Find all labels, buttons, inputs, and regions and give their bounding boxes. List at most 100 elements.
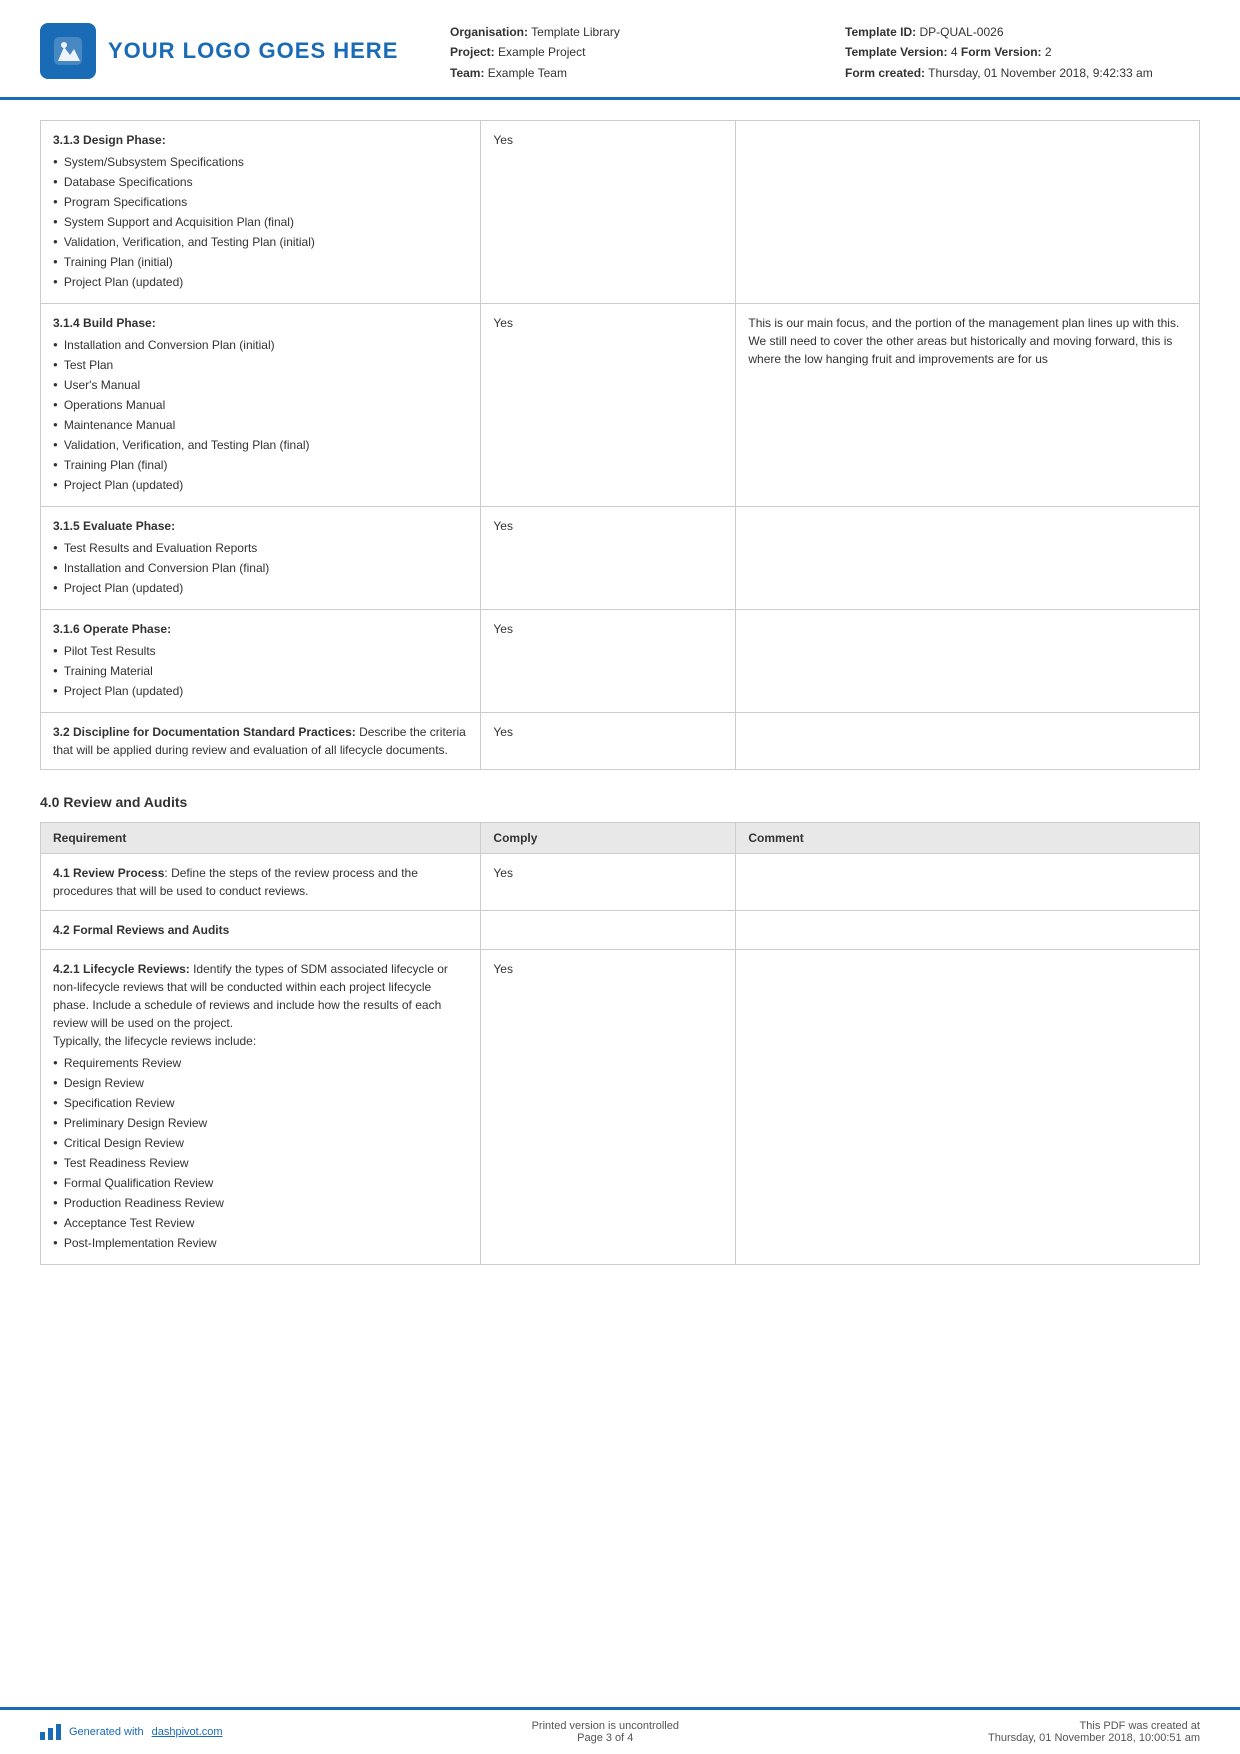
list-item: Database Specifications: [53, 173, 468, 191]
list-item: Post-Implementation Review: [53, 1234, 468, 1252]
form-created-line: Form created: Thursday, 01 November 2018…: [845, 63, 1200, 83]
form-created-label: Form created:: [845, 66, 925, 80]
template-id-label: Template ID:: [845, 25, 916, 39]
header: YOUR LOGO GOES HERE Organisation: Templa…: [0, 0, 1240, 100]
req-cell-313: 3.1.3 Design Phase: System/Subsystem Spe…: [41, 121, 481, 304]
bullet-list-315: Test Results and Evaluation Reports Inst…: [53, 539, 468, 597]
list-item: Pilot Test Results: [53, 642, 468, 660]
list-item: Formal Qualification Review: [53, 1174, 468, 1192]
req-cell-421: 4.2.1 Lifecycle Reviews: Identify the ty…: [41, 950, 481, 1265]
table-row: 3.1.5 Evaluate Phase: Test Results and E…: [41, 507, 1200, 610]
req-cell-32: 3.2 Discipline for Documentation Standar…: [41, 713, 481, 770]
main-table: 3.1.3 Design Phase: System/Subsystem Spe…: [40, 120, 1200, 770]
list-item: Installation and Conversion Plan (final): [53, 559, 468, 577]
list-item: Test Plan: [53, 356, 468, 374]
comment-cell-32: [736, 713, 1200, 770]
footer-center: Printed version is uncontrolledPage 3 of…: [532, 1720, 679, 1744]
table-row: 3.1.3 Design Phase: System/Subsystem Spe…: [41, 121, 1200, 304]
template-version-value: 4: [951, 45, 958, 59]
list-item: Project Plan (updated): [53, 476, 468, 494]
table-row: 3.1.6 Operate Phase: Pilot Test Results …: [41, 610, 1200, 713]
list-item: Validation, Verification, and Testing Pl…: [53, 436, 468, 454]
comply-cell-315: Yes: [481, 507, 736, 610]
form-version-label: Form Version:: [961, 45, 1042, 59]
req-title-32: 3.2 Discipline for Documentation Standar…: [53, 725, 356, 739]
dashpivot-icon: [40, 1724, 61, 1740]
team-label: Team:: [450, 66, 484, 80]
list-item: System/Subsystem Specifications: [53, 153, 468, 171]
bar2: [48, 1728, 53, 1740]
template-version-label: Template Version:: [845, 45, 947, 59]
version-line: Template Version: 4 Form Version: 2: [845, 42, 1200, 62]
comply-cell-314: Yes: [481, 304, 736, 507]
list-item: System Support and Acquisition Plan (fin…: [53, 213, 468, 231]
review-table-body: 4.1 Review Process: Define the steps of …: [41, 854, 1200, 1265]
req-title-316: 3.1.6 Operate Phase:: [53, 622, 171, 636]
list-item: User's Manual: [53, 376, 468, 394]
form-version-value: 2: [1045, 45, 1052, 59]
org-label: Organisation:: [450, 25, 528, 39]
footer-right: This PDF was created atThursday, 01 Nove…: [988, 1720, 1200, 1744]
req-title-42: 4.2 Formal Reviews and Audits: [53, 923, 229, 937]
list-item: Production Readiness Review: [53, 1194, 468, 1212]
req-title-315: 3.1.5 Evaluate Phase:: [53, 519, 175, 533]
list-item: Training Material: [53, 662, 468, 680]
list-item: Test Results and Evaluation Reports: [53, 539, 468, 557]
table-row: 3.2 Discipline for Documentation Standar…: [41, 713, 1200, 770]
bar3: [56, 1724, 61, 1740]
col-header-comply: Comply: [481, 823, 736, 854]
template-id-value: DP-QUAL-0026: [919, 25, 1003, 39]
bullet-list-316: Pilot Test Results Training Material Pro…: [53, 642, 468, 700]
logo-area: YOUR LOGO GOES HERE: [40, 18, 420, 83]
req-cell-314: 3.1.4 Build Phase: Installation and Conv…: [41, 304, 481, 507]
generated-text: Generated with: [69, 1726, 144, 1738]
req-cell-316: 3.1.6 Operate Phase: Pilot Test Results …: [41, 610, 481, 713]
list-item: Program Specifications: [53, 193, 468, 211]
list-item: Training Plan (final): [53, 456, 468, 474]
header-meta: Organisation: Template Library Project: …: [450, 18, 1200, 83]
list-item: Critical Design Review: [53, 1134, 468, 1152]
template-id-line: Template ID: DP-QUAL-0026: [845, 22, 1200, 42]
project-line: Project: Example Project: [450, 42, 805, 62]
team-value: Example Team: [488, 66, 567, 80]
comply-cell-316: Yes: [481, 610, 736, 713]
req-cell-42: 4.2 Formal Reviews and Audits: [41, 911, 481, 950]
project-value: Example Project: [498, 45, 585, 59]
list-item: Design Review: [53, 1074, 468, 1092]
footer-left: Generated with dashpivot.com: [40, 1724, 223, 1740]
comply-cell-41: Yes: [481, 854, 736, 911]
logo-icon: [40, 23, 96, 79]
table-row: 4.2.1 Lifecycle Reviews: Identify the ty…: [41, 950, 1200, 1265]
comment-cell-314: This is our main focus, and the portion …: [736, 304, 1200, 507]
list-item: Test Readiness Review: [53, 1154, 468, 1172]
comment-cell-41: [736, 854, 1200, 911]
req-title-421: 4.2.1 Lifecycle Reviews:: [53, 962, 190, 976]
comment-cell-42: [736, 911, 1200, 950]
comment-cell-313: [736, 121, 1200, 304]
review-table-head: Requirement Comply Comment: [41, 823, 1200, 854]
bar1: [40, 1732, 45, 1740]
footer-link[interactable]: dashpivot.com: [152, 1726, 223, 1738]
project-label: Project:: [450, 45, 495, 59]
req-title-41: 4.1 Review Process: [53, 866, 164, 880]
list-item: Acceptance Test Review: [53, 1214, 468, 1232]
req-cell-315: 3.1.5 Evaluate Phase: Test Results and E…: [41, 507, 481, 610]
req-title-313: 3.1.3 Design Phase:: [53, 133, 166, 147]
comply-cell-42: [481, 911, 736, 950]
table-header-row: Requirement Comply Comment: [41, 823, 1200, 854]
col-header-comment: Comment: [736, 823, 1200, 854]
form-created-value: Thursday, 01 November 2018, 9:42:33 am: [928, 66, 1153, 80]
list-item: Preliminary Design Review: [53, 1114, 468, 1132]
comment-cell-421: [736, 950, 1200, 1265]
list-item: Validation, Verification, and Testing Pl…: [53, 233, 468, 251]
page: YOUR LOGO GOES HERE Organisation: Templa…: [0, 0, 1240, 1754]
list-item: Specification Review: [53, 1094, 468, 1112]
list-item: Maintenance Manual: [53, 416, 468, 434]
req-cell-41: 4.1 Review Process: Define the steps of …: [41, 854, 481, 911]
review-table: Requirement Comply Comment 4.1 Review Pr…: [40, 822, 1200, 1265]
comply-cell-421: Yes: [481, 950, 736, 1265]
header-meta-right: Template ID: DP-QUAL-0026 Template Versi…: [845, 22, 1200, 83]
bullet-list-421: Requirements Review Design Review Specif…: [53, 1054, 468, 1252]
table-row: 4.1 Review Process: Define the steps of …: [41, 854, 1200, 911]
req-title-314: 3.1.4 Build Phase:: [53, 316, 156, 330]
